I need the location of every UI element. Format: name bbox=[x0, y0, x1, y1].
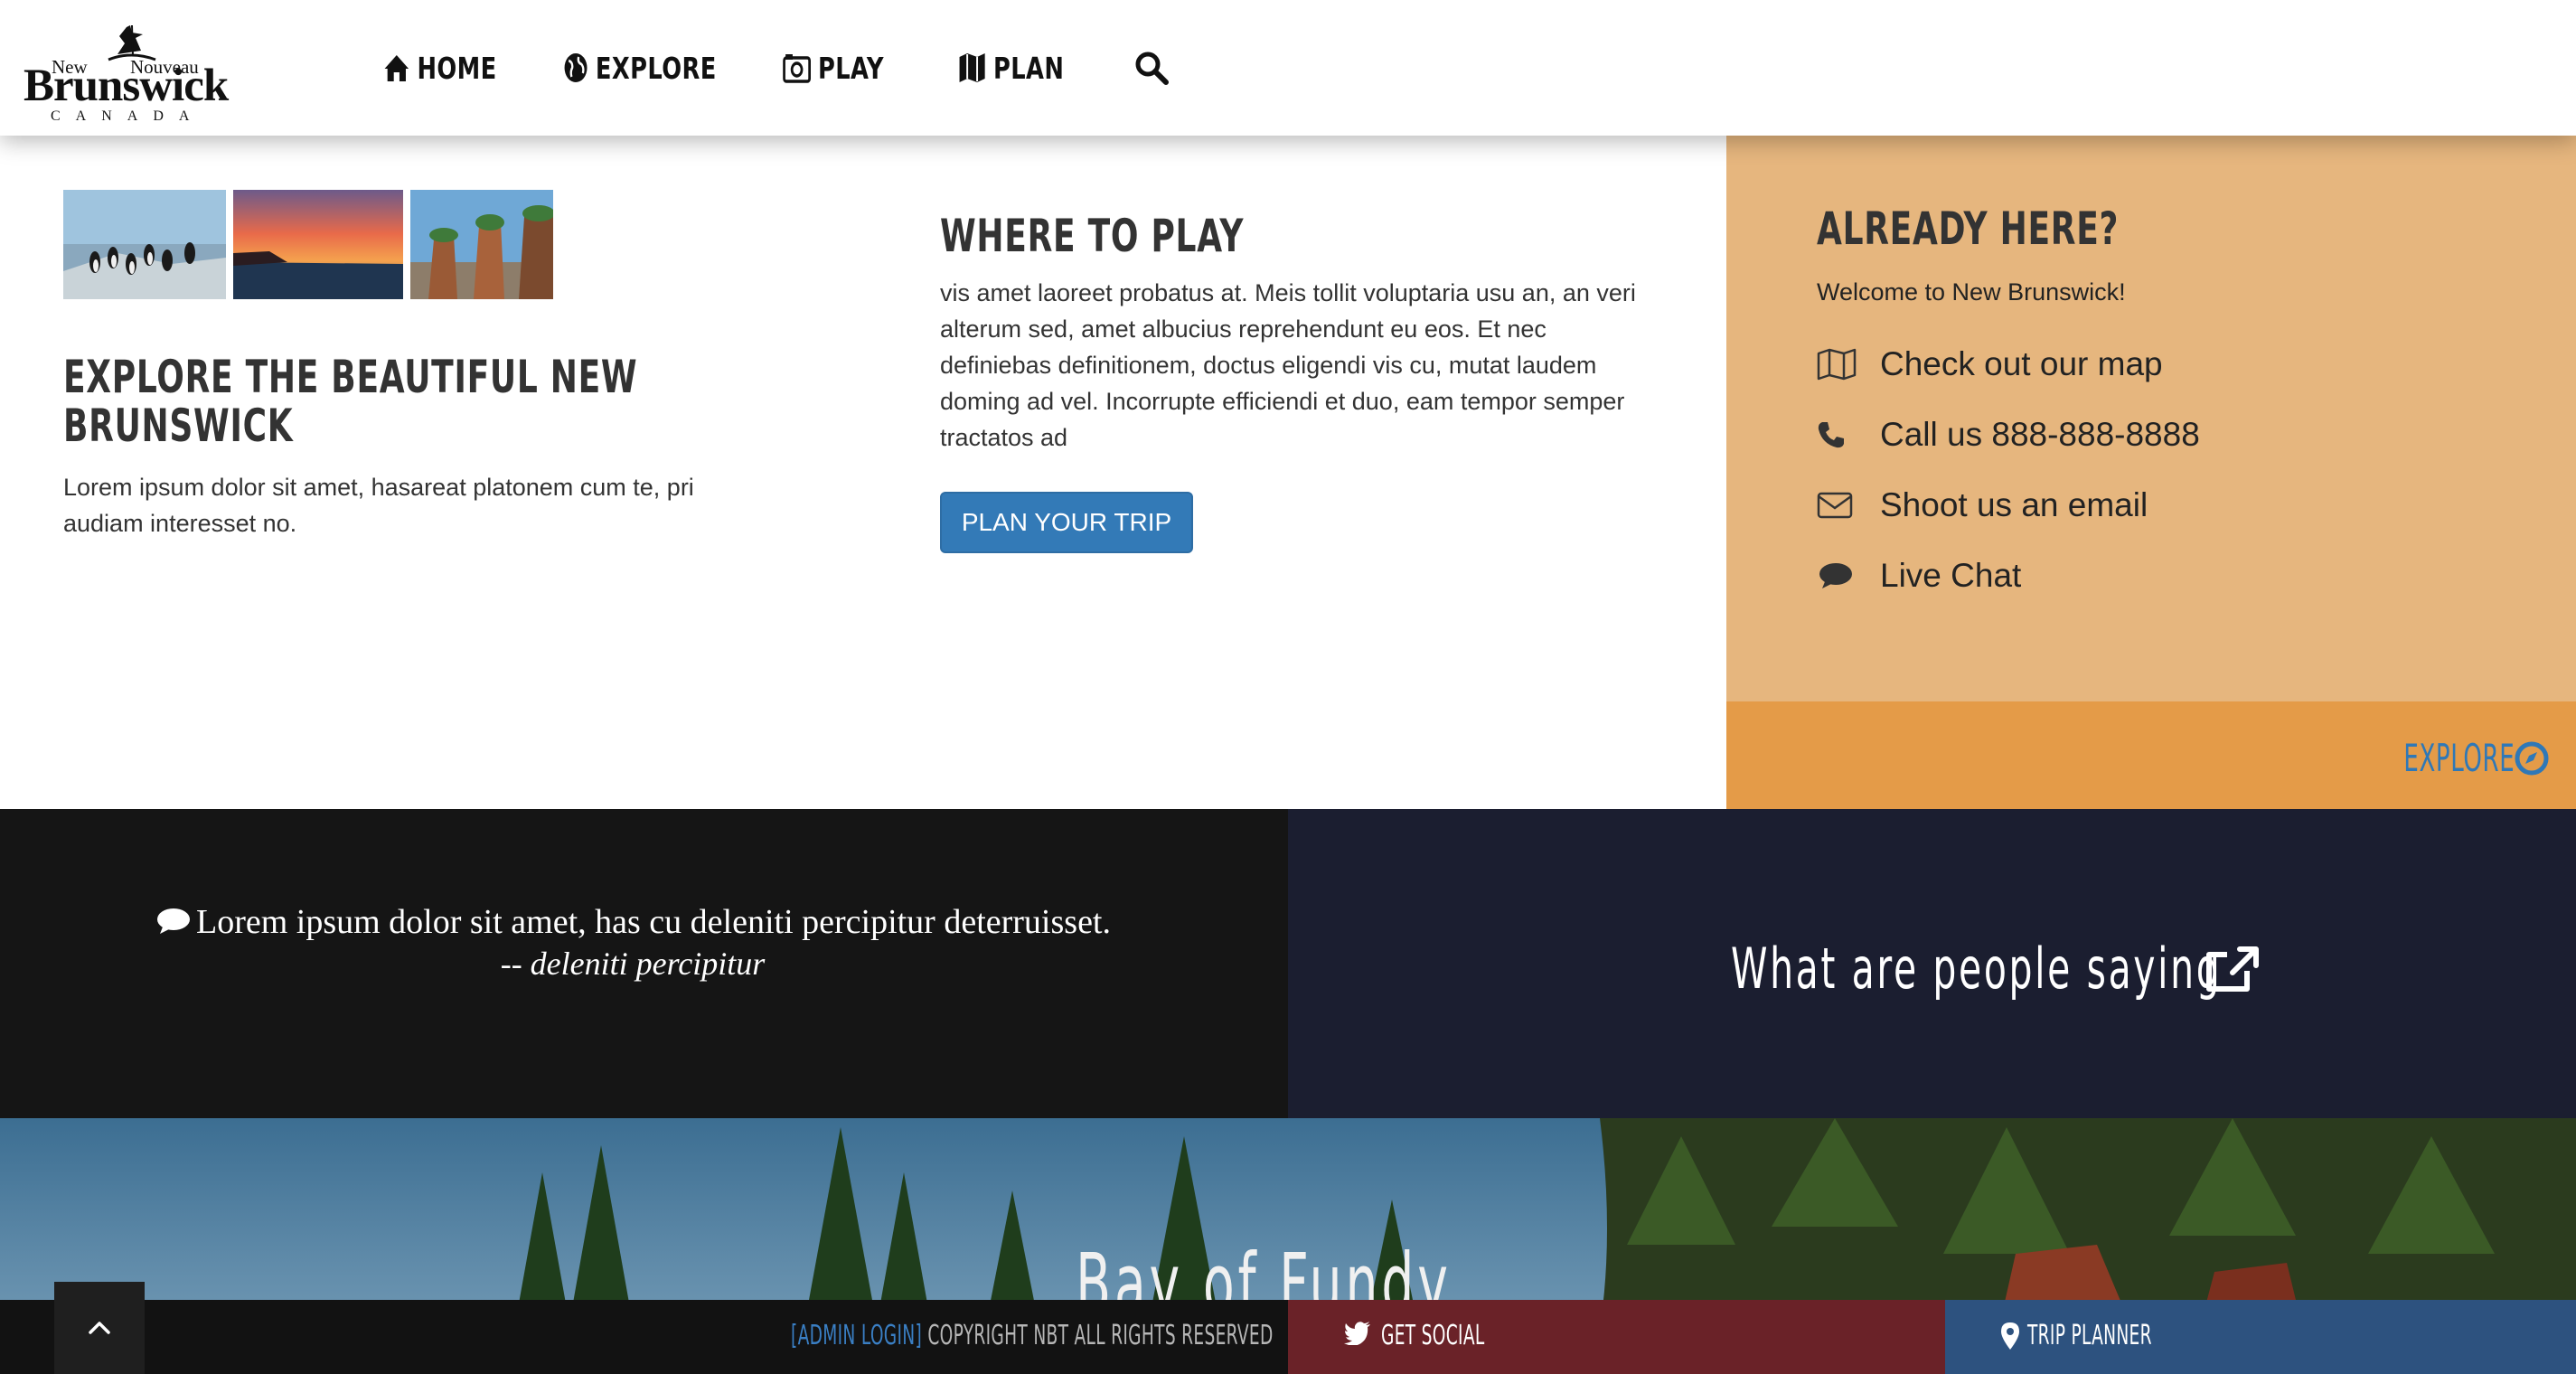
get-social-label: GET SOCIAL bbox=[1381, 1320, 1485, 1351]
explore-link[interactable]: EXPLORE bbox=[2336, 736, 2549, 780]
comment-icon bbox=[156, 908, 190, 934]
call-us-link[interactable]: Call us 888-888-8888 bbox=[1817, 412, 2200, 457]
back-to-top-button[interactable] bbox=[54, 1282, 145, 1374]
explore-link-label: EXPLORE bbox=[2403, 736, 2515, 780]
where-to-play-heading: WHERE TO PLAY bbox=[940, 210, 1245, 262]
nav-play[interactable]: PLAY bbox=[783, 45, 884, 90]
admin-login-link[interactable]: [ADMIN LOGIN] bbox=[791, 1320, 922, 1351]
globe-icon bbox=[564, 53, 588, 82]
where-to-play-description: vis amet laoreet probatus at. Meis tolli… bbox=[940, 279, 1636, 451]
plan-your-trip-button[interactable]: PLAN YOUR TRIP bbox=[940, 492, 1193, 553]
explore-heading: EXPLORE THE BEAUTIFUL NEW BRUNSWICK bbox=[63, 351, 638, 452]
quote-text: Lorem ipsum dolor sit amet, has cu delen… bbox=[195, 903, 1111, 941]
already-here-panel: ALREADY HERE? Welcome to New Brunswick! … bbox=[1726, 136, 2576, 701]
camera-icon bbox=[783, 54, 812, 83]
twitter-icon bbox=[1344, 1322, 1370, 1345]
email-link[interactable]: Shoot us an email bbox=[1817, 483, 2148, 528]
nav-plan-label: PLAN bbox=[993, 50, 1065, 86]
social-feed-band[interactable]: What are people saying bbox=[1288, 809, 2576, 1118]
nav-play-label: PLAY bbox=[818, 50, 884, 86]
welcome-text: Welcome to New Brunswick! bbox=[1817, 278, 2126, 306]
map-icon bbox=[959, 53, 985, 82]
top-navbar: New Nouveau Brunswick CANADA HOME EXPLOR… bbox=[0, 0, 2576, 136]
call-us-label: Call us 888-888-8888 bbox=[1880, 416, 2200, 453]
search-icon[interactable] bbox=[1133, 50, 1170, 86]
explore-description: Lorem ipsum dolor sit amet, hasareat pla… bbox=[63, 474, 694, 537]
home-icon bbox=[384, 55, 409, 81]
hopewell-rocks-thumbnail[interactable] bbox=[410, 190, 553, 299]
people-saying-text: What are people saying bbox=[1730, 936, 2223, 1002]
sunset-thumbnail[interactable] bbox=[233, 190, 403, 299]
chevron-up-icon bbox=[89, 1322, 110, 1334]
brand-name: Brunswick bbox=[24, 61, 229, 111]
map-marker-icon bbox=[2001, 1322, 2019, 1350]
nav-home[interactable]: HOME bbox=[383, 45, 497, 90]
check-map-label: Check out our map bbox=[1880, 345, 2163, 382]
nav-explore[interactable]: EXPLORE bbox=[563, 45, 717, 90]
explore-bar: EXPLORE bbox=[1726, 701, 2576, 809]
already-here-heading: ALREADY HERE? bbox=[1817, 202, 2120, 255]
quote-author: -- deleniti percipitur bbox=[500, 946, 766, 982]
brand-logo[interactable]: New Nouveau Brunswick CANADA bbox=[24, 24, 231, 124]
nav-home-label: HOME bbox=[417, 50, 497, 86]
check-map-link[interactable]: Check out our map bbox=[1817, 342, 2163, 387]
trip-planner-label: TRIP PLANNER bbox=[2027, 1320, 2152, 1351]
brand-country: CANADA bbox=[51, 108, 205, 124]
envelope-icon bbox=[1817, 492, 1880, 519]
nav-explore-label: EXPLORE bbox=[595, 50, 717, 86]
testimonial-quote: Lorem ipsum dolor sit amet, has cu delen… bbox=[0, 809, 1288, 1118]
map-icon bbox=[1817, 348, 1880, 381]
copyright-text: COPYRIGHT NBT ALL RIGHTS RESERVED bbox=[927, 1320, 1274, 1351]
content-area: EXPLORE THE BEAUTIFUL NEW BRUNSWICK Lore… bbox=[0, 136, 1726, 809]
compass-icon bbox=[2515, 741, 2549, 775]
live-chat-link[interactable]: Live Chat bbox=[1817, 553, 2021, 598]
comment-icon bbox=[1817, 561, 1880, 590]
quote-line: Lorem ipsum dolor sit amet, has cu delen… bbox=[0, 899, 1265, 945]
phone-icon bbox=[1817, 420, 1880, 449]
copyright-line: [ADMIN LOGIN] COPYRIGHT NBT ALL RIGHTS R… bbox=[791, 1320, 1274, 1351]
footer: [ADMIN LOGIN] COPYRIGHT NBT ALL RIGHTS R… bbox=[0, 1300, 2576, 1374]
puffins-thumbnail[interactable] bbox=[63, 190, 226, 299]
live-chat-label: Live Chat bbox=[1880, 557, 2022, 594]
email-label: Shoot us an email bbox=[1880, 486, 2148, 523]
nav-plan[interactable]: PLAN bbox=[958, 45, 1064, 90]
